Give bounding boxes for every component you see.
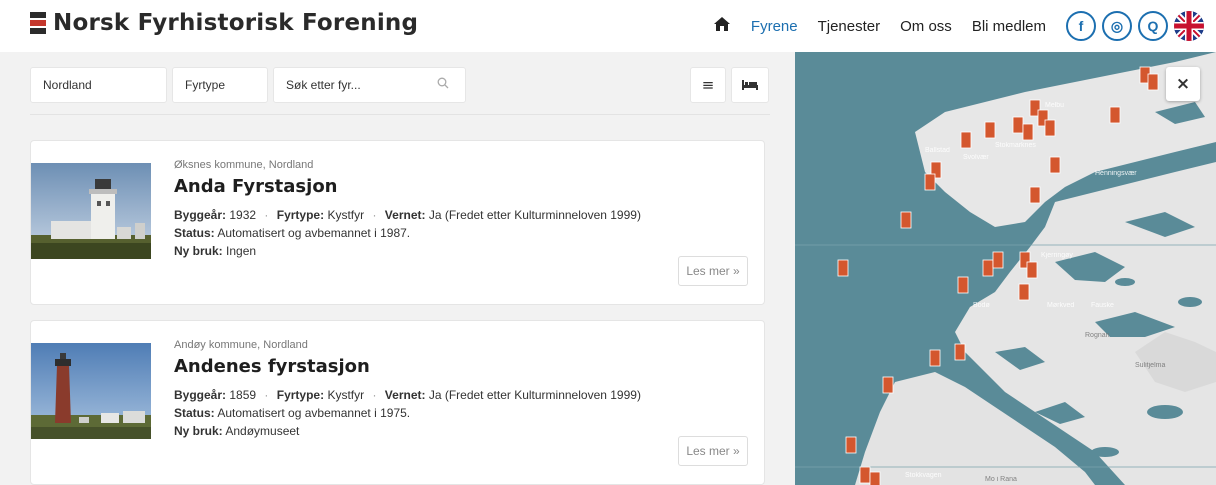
map-label: Ballstad — [925, 147, 950, 154]
use-value: Ingen — [226, 244, 257, 258]
divider — [30, 114, 770, 115]
nav-item-om-oss[interactable]: Om oss — [900, 18, 952, 35]
bed-filter-button[interactable] — [731, 67, 769, 103]
type-value: Kystfyr — [327, 388, 365, 402]
year-label: Byggeår: — [174, 208, 227, 222]
map-label: Fauske — [1091, 302, 1114, 309]
site-header: Norsk Fyrhistorisk Forening Fyrene Tjene… — [0, 0, 1216, 52]
home-icon[interactable] — [713, 16, 731, 37]
close-map-button[interactable]: × — [1166, 67, 1200, 101]
map-label: Svolvær — [963, 154, 989, 161]
map-label: Melbu — [1045, 102, 1065, 109]
lighthouse-photo — [31, 343, 151, 439]
card-title[interactable]: Andenes fyrstasjon — [174, 356, 641, 377]
instagram-icon[interactable]: ◎ — [1102, 11, 1132, 41]
card-title[interactable]: Anda Fyrstasjon — [174, 176, 641, 197]
use-label: Ny bruk: — [174, 424, 223, 438]
uk-flag-icon[interactable] — [1174, 11, 1204, 41]
lighthouse-photo — [31, 163, 151, 259]
protected-value: Ja (Fredet etter Kulturminneloven 1999) — [428, 208, 641, 222]
status-value: Automatisert og avbemannet i 1987. — [217, 226, 411, 240]
use-value: Andøymuseet — [225, 424, 300, 438]
map-label: Kjerringøy — [1041, 252, 1073, 259]
site-title: Norsk Fyrhistorisk Forening — [53, 10, 419, 36]
map-label: Rognan — [1085, 332, 1110, 339]
list-view-button[interactable]: ≡ — [690, 67, 726, 103]
search-input[interactable]: Søk etter fyr... — [273, 67, 466, 103]
map-label: Henningsvær — [1095, 170, 1137, 177]
map-label: Mo i Rana — [985, 476, 1017, 483]
status-label: Status: — [174, 226, 215, 240]
year-value: 1932 — [229, 208, 257, 222]
map-label: Sulitjelma — [1135, 362, 1166, 369]
read-more-button[interactable]: Les mer » — [678, 436, 748, 466]
year-value: 1859 — [229, 388, 257, 402]
lighthouse-card[interactable]: Øksnes kommune, Nordland Anda Fyrstasjon… — [30, 140, 765, 305]
region-select[interactable]: Nordland — [30, 67, 167, 103]
lighthouse-card[interactable]: Andøy kommune, Nordland Andenes fyrstasj… — [30, 320, 765, 485]
results-panel: Nordland Fyrtype Søk etter fyr... ≡ Øksn… — [0, 52, 795, 485]
status-label: Status: — [174, 406, 215, 420]
facebook-icon[interactable]: f — [1066, 11, 1096, 41]
nav-item-bli-medlem[interactable]: Bli medlem — [972, 18, 1046, 35]
lighthouse-logo-icon — [30, 12, 46, 34]
map-label: Bodø — [973, 302, 990, 309]
search-icon[interactable]: Q — [1138, 11, 1168, 41]
protected-label: Vernet: — [384, 208, 426, 222]
site-logo[interactable]: Norsk Fyrhistorisk Forening — [30, 10, 418, 36]
map-panel[interactable]: Melbu Stokmarknes Bodø Mørkved Fauske Ro… — [795, 52, 1216, 485]
type-select[interactable]: Fyrtype — [172, 67, 268, 103]
read-more-button[interactable]: Les mer » — [678, 256, 748, 286]
card-municipality: Øksnes kommune, Nordland — [174, 159, 314, 171]
type-value: Kystfyr — [327, 208, 365, 222]
main-nav: Fyrene Tjenester Om oss Bli medlem f ◎ Q — [713, 0, 1216, 52]
status-value: Automatisert og avbemannet i 1975. — [217, 406, 411, 420]
use-label: Ny bruk: — [174, 244, 223, 258]
map-label: Mørkved — [1047, 302, 1075, 309]
search-icon[interactable] — [437, 68, 449, 102]
nav-item-fyrene[interactable]: Fyrene — [751, 18, 798, 35]
bed-icon — [742, 80, 758, 90]
protected-value: Ja (Fredet etter Kulturminneloven 1999) — [428, 388, 641, 402]
type-label: Fyrtype: — [276, 208, 325, 222]
protected-label: Vernet: — [384, 388, 426, 402]
map-label: Stokkvagen — [905, 472, 942, 479]
search-placeholder: Søk etter fyr... — [286, 78, 361, 92]
nav-item-tjenester[interactable]: Tjenester — [818, 18, 881, 35]
year-label: Byggeår: — [174, 388, 227, 402]
type-label: Fyrtype: — [276, 388, 325, 402]
map-land — [795, 52, 1216, 485]
map-label: Stokmarknes — [995, 142, 1036, 149]
card-municipality: Andøy kommune, Nordland — [174, 339, 308, 351]
